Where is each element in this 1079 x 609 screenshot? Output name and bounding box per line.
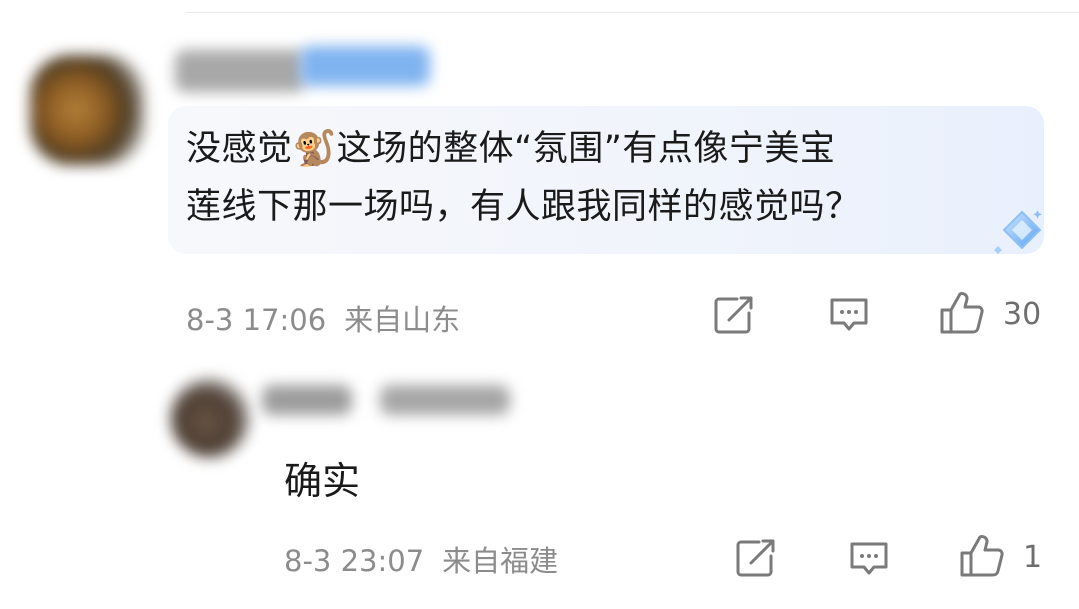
reply-comment-icon[interactable]	[848, 540, 890, 578]
avatar[interactable]	[30, 55, 145, 165]
share-icon[interactable]	[713, 295, 755, 335]
comment-meta: 8-3 17:06 来自山东	[186, 297, 460, 339]
reply-location: 来自福建	[442, 544, 559, 578]
top-divider	[186, 12, 1079, 13]
reply-username-blurred-2[interactable]	[380, 385, 510, 415]
username-blurred[interactable]	[175, 50, 305, 92]
like-count: 30	[1003, 297, 1042, 332]
comment-text-part2: 这场的整体“氛围”有点像宁美宝	[336, 129, 836, 169]
reply-meta: 8-3 23:07 来自福建	[284, 538, 558, 580]
reply-avatar[interactable]	[170, 378, 250, 458]
comment-time: 8-3 17:06	[186, 303, 327, 337]
comment-text-part1: 没感觉	[186, 129, 293, 169]
like-icon[interactable]	[938, 290, 986, 336]
reply-username-blurred[interactable]	[262, 385, 352, 415]
diamond-badge-icon	[994, 210, 1042, 254]
username-blurred-highlight[interactable]	[300, 46, 430, 86]
reply-time: 8-3 23:07	[284, 544, 425, 578]
comment-text-line2: 莲线下那一场吗，有人跟我同样的感觉吗？	[186, 187, 861, 227]
monkey-emoji: 🐒	[292, 129, 337, 169]
comment-icon[interactable]	[828, 296, 870, 334]
comment-text: 没感觉🐒这场的整体“氛围”有点像宁美宝 莲线下那一场吗，有人跟我同样的感觉吗？	[186, 120, 1006, 236]
reply-text: 确实	[284, 459, 361, 503]
comment-location: 来自山东	[344, 303, 461, 337]
reply-like-icon[interactable]	[958, 533, 1006, 579]
reply-like-count: 1	[1023, 540, 1043, 575]
reply-share-icon[interactable]	[735, 538, 777, 578]
